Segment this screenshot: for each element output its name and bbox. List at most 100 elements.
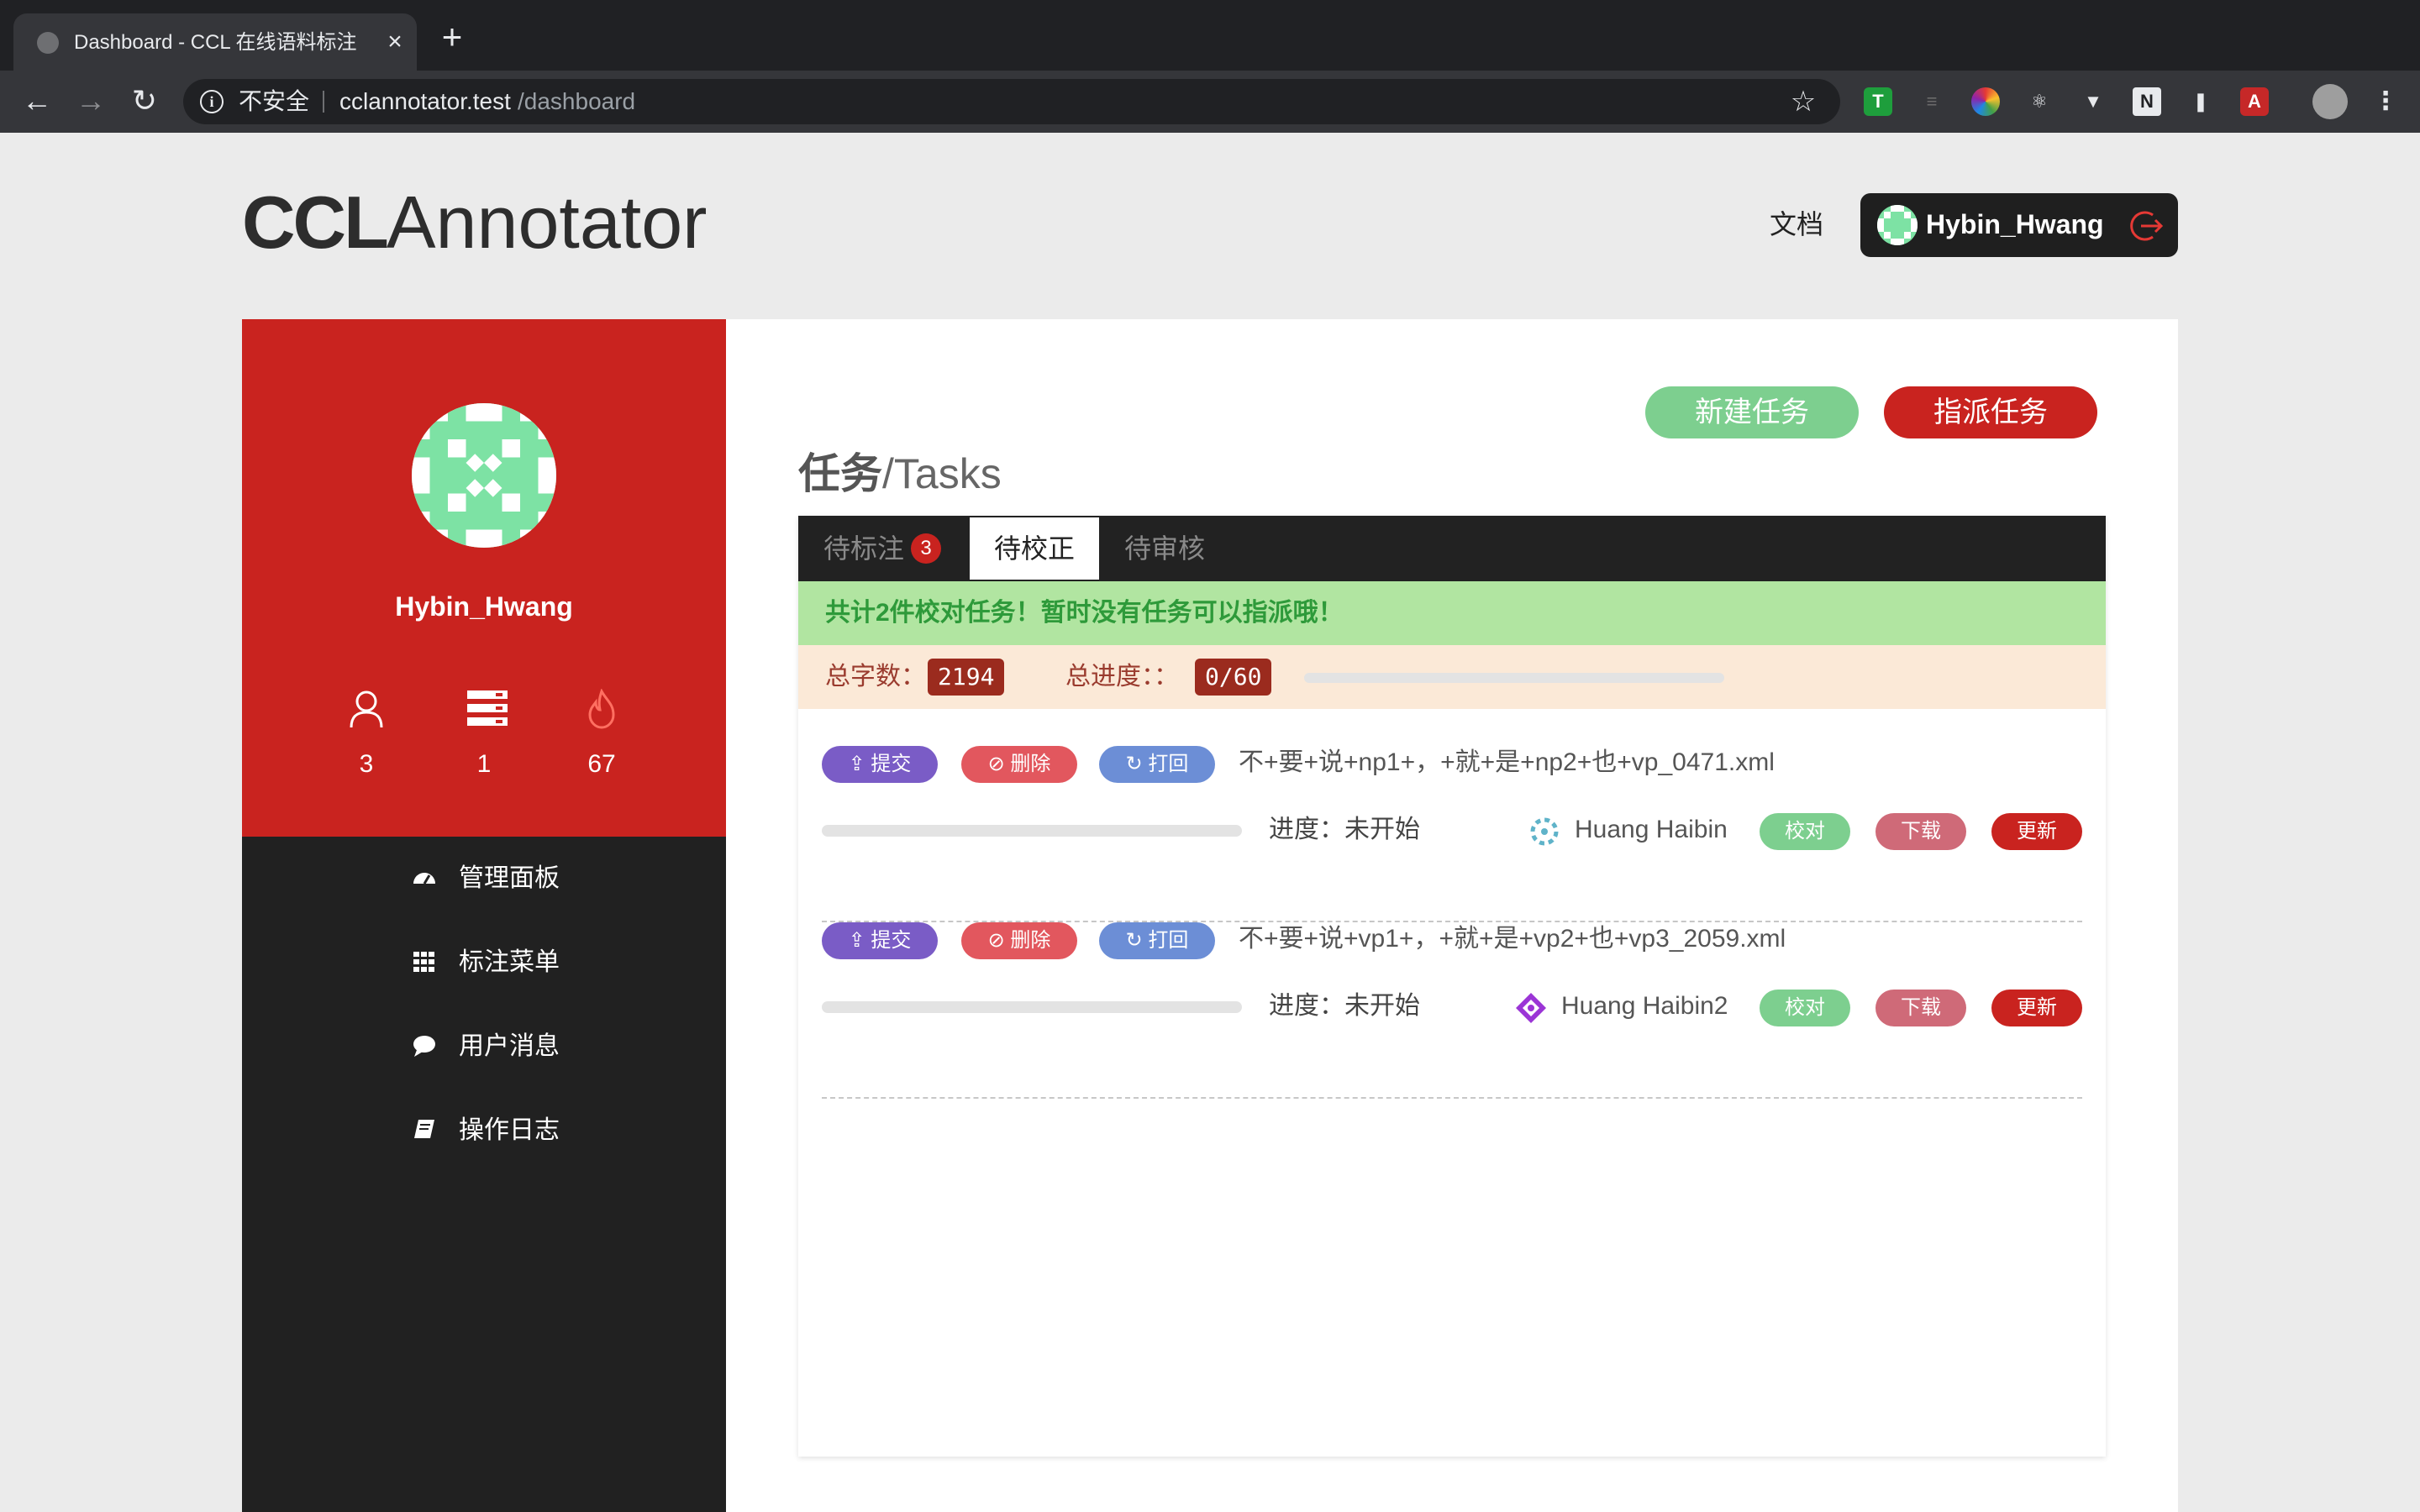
- delete-label: 删除: [1010, 929, 1051, 952]
- sidebar-item-label: 管理面板: [459, 864, 560, 892]
- total-chars-label: 总字数：: [825, 663, 926, 690]
- sidebar-item-messages[interactable]: 用户消息: [242, 1021, 726, 1072]
- browser-tab-title: Dashboard - CCL 在线语料标注: [74, 31, 357, 54]
- vue-devtools-icon[interactable]: ▼: [2079, 87, 2107, 116]
- check-button[interactable]: 校对: [1760, 813, 1850, 850]
- user-avatar: [1877, 205, 1918, 245]
- book-icon: [412, 1117, 437, 1142]
- fire-icon: [583, 688, 620, 729]
- url-path[interactable]: /dashboard: [518, 87, 686, 117]
- logout-icon[interactable]: [2129, 208, 2165, 244]
- profile-username: Hybin_Hwang: [395, 591, 573, 622]
- stat-servers: 1: [425, 689, 543, 790]
- task-progress-label: 进度：未开始: [1269, 816, 1420, 843]
- info-icon[interactable]: i: [200, 90, 224, 113]
- header-username: Hybin_Hwang: [1926, 209, 2104, 239]
- download-button[interactable]: 下载: [1876, 990, 1966, 1026]
- close-tab-icon[interactable]: ×: [381, 27, 408, 57]
- extension-icon[interactable]: ≡: [1918, 87, 1946, 116]
- profile-avatar: [412, 403, 556, 548]
- color-picker-extension-icon[interactable]: [1971, 87, 2000, 116]
- delete-label: 删除: [1010, 753, 1051, 775]
- task-progress-bar: [822, 825, 1242, 837]
- page-title-cn: 任务: [798, 450, 882, 497]
- server-icon: [466, 689, 508, 729]
- address-separator: [323, 91, 324, 113]
- sidebar-item-logs[interactable]: 操作日志: [242, 1105, 726, 1156]
- sidebar-item-dashboard[interactable]: 管理面板: [242, 853, 726, 904]
- dashboard-icon: [412, 865, 437, 890]
- stat-fire: 67: [543, 688, 660, 790]
- update-button[interactable]: 更新: [1991, 813, 2082, 850]
- delete-button[interactable]: ⊘ 删除: [961, 922, 1077, 959]
- docs-link[interactable]: 文档: [1770, 205, 1837, 244]
- page-title: 任务/Tasks: [798, 447, 1134, 501]
- assignee-name: Huang Haibin: [1575, 816, 1728, 843]
- tab-label: 待标注: [823, 533, 905, 564]
- tab-pending-annotation[interactable]: 待标注 3: [823, 516, 942, 581]
- submit-label: 提交: [871, 753, 912, 775]
- assign-task-button[interactable]: 指派任务: [1884, 386, 2097, 438]
- back-icon[interactable]: ←: [18, 82, 55, 119]
- total-progress-bar: [1304, 673, 1724, 683]
- menu-kebab-icon[interactable]: ⋮: [2371, 87, 2400, 116]
- member-avatar: [1514, 991, 1548, 1025]
- site-logo[interactable]: CCLAnnotator: [242, 176, 746, 269]
- sidebar-item-label: 用户消息: [459, 1032, 560, 1060]
- task-row: ⇪ 提交 ⊘ 删除 ↻ 打回 不+要+说+vp1+，+就+是+vp2+也+vp3…: [822, 922, 2082, 1099]
- bookmark-extension-icon[interactable]: ❚: [2186, 87, 2215, 116]
- address-bar[interactable]: i 不安全 cclannotator.test /dashboard ☆: [183, 79, 1840, 124]
- profile-avatar-icon[interactable]: [2312, 84, 2348, 119]
- total-progress-label: 总进度：：: [1065, 663, 1179, 690]
- reload-icon[interactable]: ↻: [126, 82, 163, 119]
- main-panel: 新建任务 指派任务 任务/Tasks 待标注 3 待校正 待审核 共计2件校对任务…: [726, 319, 2178, 1512]
- browser-chrome: Dashboard - CCL 在线语料标注 × + ← → ↻ i 不安全 c…: [0, 0, 2420, 133]
- new-tab-button[interactable]: +: [435, 19, 469, 55]
- tasks-card: 待标注 3 待校正 待审核 共计2件校对任务！暂时没有任务可以指派哦！ 总字数： …: [798, 516, 2106, 1457]
- stat-servers-value: 1: [476, 750, 492, 778]
- browser-toolbar: ← → ↻ i 不安全 cclannotator.test /dashboard…: [0, 71, 2420, 133]
- insecure-label[interactable]: 不安全: [239, 87, 339, 117]
- submit-button[interactable]: ⇪ 提交: [822, 922, 938, 959]
- submit-label: 提交: [871, 929, 912, 952]
- total-progress-value: 0/60: [1195, 659, 1272, 696]
- logo-bold: CCL: [242, 181, 389, 264]
- task-row: ⇪ 提交 ⊘ 删除 ↻ 打回 不+要+说+np1+，+就+是+np2+也+vp_…: [822, 746, 2082, 922]
- pdf-extension-icon[interactable]: A: [2240, 87, 2269, 116]
- reject-button[interactable]: ↻ 打回: [1099, 746, 1215, 783]
- summary-bar: 总字数： 2194 总进度：： 0/60: [798, 645, 2106, 709]
- sidebar-item-annotate-menu[interactable]: 标注菜单: [242, 937, 726, 988]
- notion-extension-icon[interactable]: N: [2133, 87, 2161, 116]
- sidebar-item-label: 操作日志: [459, 1116, 560, 1144]
- alert-message: 共计2件校对任务！暂时没有任务可以指派哦！: [825, 599, 1344, 627]
- tampermonkey-extension-icon[interactable]: T: [1864, 87, 1892, 116]
- new-task-button[interactable]: 新建任务: [1645, 386, 1859, 438]
- task-tabs: 待标注 3 待校正 待审核: [798, 516, 2106, 581]
- stat-fire-value: 67: [587, 750, 616, 778]
- total-chars-value: 2194: [928, 659, 1005, 696]
- update-button[interactable]: 更新: [1991, 990, 2082, 1026]
- tab-pending-proofread[interactable]: 待校正: [970, 517, 1099, 580]
- forward-icon[interactable]: →: [72, 82, 109, 119]
- globe-icon: [37, 32, 59, 54]
- react-devtools-icon[interactable]: ⚛: [2025, 87, 2054, 116]
- task-progress-bar: [822, 1001, 1242, 1013]
- url-host[interactable]: cclannotator.test: [339, 87, 524, 117]
- check-button[interactable]: 校对: [1760, 990, 1850, 1026]
- bookmark-star-icon[interactable]: ☆: [1786, 84, 1820, 119]
- submit-button[interactable]: ⇪ 提交: [822, 746, 938, 783]
- delete-button[interactable]: ⊘ 删除: [961, 746, 1077, 783]
- download-button[interactable]: 下载: [1876, 813, 1966, 850]
- tab-pending-review[interactable]: 待审核: [1124, 516, 1205, 581]
- reject-button[interactable]: ↻ 打回: [1099, 922, 1215, 959]
- grid-icon: [412, 949, 437, 974]
- browser-tab[interactable]: Dashboard - CCL 在线语料标注 ×: [13, 13, 417, 71]
- reject-label: 打回: [1148, 753, 1189, 775]
- user-chip[interactable]: Hybin_Hwang: [1860, 193, 2178, 257]
- task-filename[interactable]: 不+要+说+np1+，+就+是+np2+也+vp_0471.xml: [1239, 744, 1995, 781]
- assignee-name: Huang Haibin2: [1561, 992, 1728, 1020]
- user-icon: [348, 689, 385, 729]
- info-alert: 共计2件校对任务！暂时没有任务可以指派哦！: [798, 581, 2106, 645]
- reject-label: 打回: [1148, 929, 1189, 952]
- task-filename[interactable]: 不+要+说+vp1+，+就+是+vp2+也+vp3_2059.xml: [1239, 921, 1995, 958]
